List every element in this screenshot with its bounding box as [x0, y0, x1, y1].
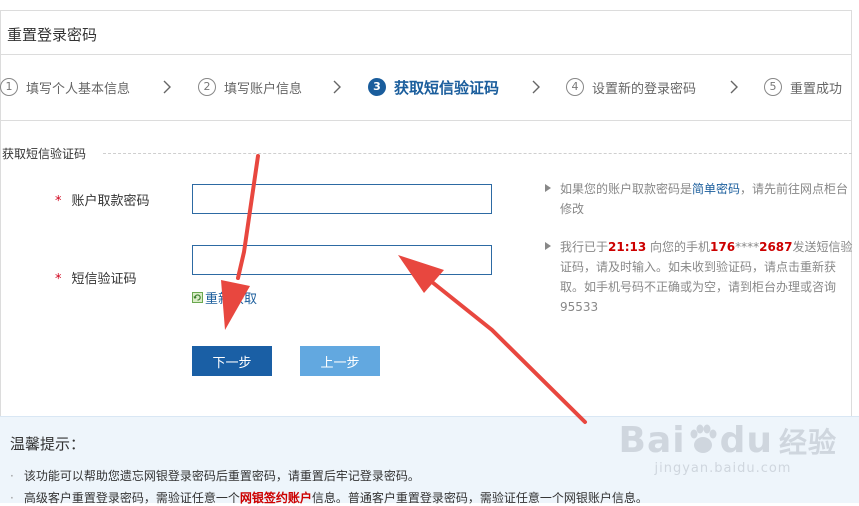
refresh-code-link[interactable]: 重新获取	[192, 288, 257, 307]
step-3-number: 3	[368, 78, 386, 96]
page-title: 重置登录密码	[7, 26, 98, 44]
chevron-right-icon	[532, 80, 540, 94]
chevron-right-icon	[730, 80, 738, 94]
refresh-icon	[192, 292, 203, 303]
tips-title: 温馨提示：	[10, 435, 86, 453]
sms-code-label: * 短信验证码	[55, 268, 137, 287]
step-5: 5 重置成功	[764, 72, 842, 102]
step-1-number: 1	[0, 78, 18, 96]
triangle-right-icon	[545, 242, 551, 250]
step-4-number: 4	[566, 78, 584, 96]
hint-sms-sent: 我行已于21:13 向您的手机176****2687发送短信验证码，请及时输入。…	[545, 237, 858, 317]
step-progress: 1 填写个人基本信息 2 填写账户信息 3 获取短信验证码 4 设置新的登录密码…	[0, 72, 859, 102]
sms-code-input[interactable]	[192, 245, 492, 275]
previous-step-button[interactable]: 上一步	[300, 346, 380, 376]
step-2-label: 填写账户信息	[224, 81, 303, 97]
sms-code-label-text: 短信验证码	[71, 272, 137, 287]
tips-line-2: · 高级客户重置登录密码，需验证任意一个网银签约账户信息。普通客户重置登录密码，需…	[10, 489, 648, 506]
phone-suffix: 2687	[759, 240, 793, 254]
section-dashed-line	[103, 153, 852, 154]
tips-line-1-text: 该功能可以帮助您遗忘网银登录密码后重置密码，请重置后牢记登录密码。	[23, 469, 420, 483]
tips-line-2-text-pre: 高级客户重置登录密码，需验证任意一个	[23, 491, 240, 505]
phone-prefix: 176	[710, 240, 736, 254]
withdraw-password-input[interactable]	[192, 184, 492, 214]
refresh-code-label: 重新获取	[205, 292, 258, 307]
withdraw-password-label: * 账户取款密码	[55, 190, 150, 209]
bullet: ·	[10, 491, 14, 505]
step-5-label: 重置成功	[790, 81, 843, 97]
step-2: 2 填写账户信息	[198, 72, 302, 102]
phone-mask: ****	[735, 240, 760, 254]
signed-account-text: 网银签约账户	[239, 491, 312, 505]
hint-simple-password: 如果您的账户取款密码是简单密码，请先前往网点柜台修改	[545, 179, 855, 219]
step-4: 4 设置新的登录密码	[566, 72, 696, 102]
section-title: 获取短信验证码	[2, 147, 87, 161]
bullet: ·	[10, 469, 14, 483]
tips-line-1: · 该功能可以帮助您遗忘网银登录密码后重置密码，请重置后牢记登录密码。	[10, 467, 420, 484]
withdraw-password-label-text: 账户取款密码	[71, 194, 150, 209]
required-mark: *	[55, 272, 62, 287]
hint2-text-mid: 向您的手机	[646, 240, 711, 254]
next-step-button[interactable]: 下一步	[192, 346, 272, 376]
step-4-label: 设置新的登录密码	[592, 81, 697, 97]
step-2-number: 2	[198, 78, 216, 96]
chevron-right-icon	[163, 80, 171, 94]
tips-line-2-text-post: 信息。普通客户重置登录密码，需验证任意一个网银账户信息。	[311, 491, 648, 505]
chevron-right-icon	[333, 80, 341, 94]
step-5-number: 5	[764, 78, 782, 96]
tips-panel: 温馨提示： · 该功能可以帮助您遗忘网银登录密码后重置密码，请重置后牢记登录密码。…	[0, 416, 859, 506]
step-3-label: 获取短信验证码	[394, 78, 500, 97]
title-divider	[0, 54, 852, 55]
hint2-text-pre: 我行已于	[560, 240, 609, 254]
steps-divider	[0, 120, 852, 121]
simple-password-link[interactable]: 简单密码	[692, 182, 740, 196]
sms-sent-time: 21:13	[608, 240, 647, 254]
step-1: 1 填写个人基本信息	[0, 72, 130, 102]
step-1-label: 填写个人基本信息	[26, 81, 131, 97]
step-3-active: 3 获取短信验证码	[368, 72, 499, 102]
triangle-right-icon	[545, 184, 551, 192]
hint1-text: 如果您的账户取款密码是	[560, 182, 693, 196]
required-mark: *	[55, 194, 62, 209]
